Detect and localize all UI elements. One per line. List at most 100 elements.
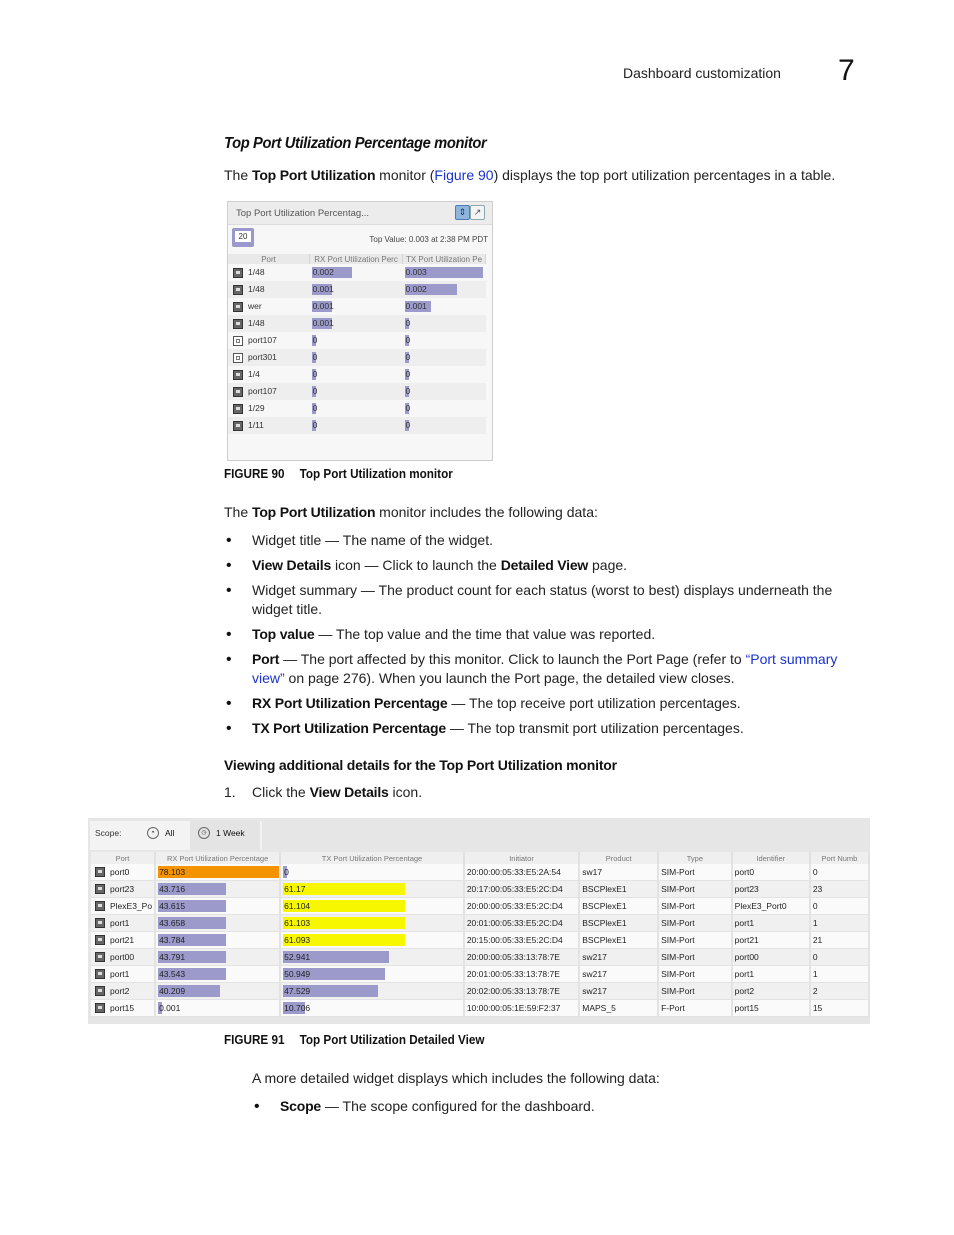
port-number-cell: 21 — [809, 931, 870, 949]
tx-utilization-value: 0.002 — [405, 284, 427, 294]
table-row[interactable]: wer 0.001 0.001 — [228, 298, 486, 315]
port-name[interactable]: port2 — [110, 986, 129, 996]
port-name[interactable]: wer — [248, 301, 262, 311]
port-cell[interactable]: port301 — [228, 349, 310, 366]
tx-utilization-cell: 0 — [403, 400, 486, 417]
column-header-tx[interactable]: TX Port Utilization Pe — [402, 254, 486, 264]
bullet-widget-summary: Widget summary — The product count for e… — [224, 581, 872, 619]
table-row[interactable]: port301 0 0 — [228, 349, 486, 366]
port-name[interactable]: port107 — [248, 386, 277, 396]
port-cell[interactable]: 1/29 — [228, 400, 310, 417]
figure-caption-text: Top Port Utilization Detailed View — [299, 1032, 485, 1047]
port-name[interactable]: port107 — [248, 335, 277, 345]
column-header-tx[interactable]: TX Port Utilization Percentage — [280, 852, 465, 864]
type-cell: SIM-Port — [658, 914, 733, 932]
time-range-button[interactable]: ◷ 1 Week — [198, 827, 245, 839]
port-cell[interactable]: 1/11 — [228, 417, 310, 434]
port-cell[interactable]: port107 — [228, 332, 310, 349]
port-name[interactable]: 1/4 — [248, 369, 260, 379]
identifier-cell: port23 — [731, 880, 811, 898]
popout-icon[interactable]: ↗ — [470, 205, 485, 220]
port-cell[interactable]: wer — [228, 298, 310, 315]
port-name[interactable]: port1 — [110, 969, 129, 979]
initiator-cell: 20:17:00:05:33:E5:2C:D4 — [463, 880, 581, 898]
port-cell[interactable]: port2 — [91, 982, 157, 1000]
port-cell[interactable]: port00 — [91, 948, 157, 966]
port-name[interactable]: 1/29 — [248, 403, 265, 413]
port-name[interactable]: 1/48 — [248, 267, 265, 277]
table-row[interactable]: 1/29 0 0 — [228, 400, 486, 417]
column-header-port[interactable]: Port — [228, 254, 311, 264]
port-cell[interactable]: PlexE3_Po — [91, 897, 157, 915]
table-row[interactable]: port21 43.784 61.093 20:15:00:05:33:E5:2C:D… — [91, 931, 870, 949]
port-cell[interactable]: port107 — [228, 383, 310, 400]
port-name[interactable]: 1/48 — [248, 284, 265, 294]
column-header-type[interactable]: Type — [658, 852, 733, 864]
table-row[interactable]: port1 43.543 50.949 20:01:00:05:33:13:78:7E… — [91, 965, 870, 983]
identifier-cell: port00 — [731, 948, 811, 966]
port-cell[interactable]: 1/48 — [228, 281, 310, 298]
column-header-product[interactable]: Product — [579, 852, 660, 864]
table-row[interactable]: 1/48 0.001 0 — [228, 315, 486, 332]
port-name[interactable]: port23 — [110, 884, 134, 894]
tx-utilization-cell: 0 — [402, 349, 486, 366]
table-row[interactable]: 1/48 0.002 0.003 — [228, 264, 486, 281]
table-row[interactable]: 1/48 0.001 0.002 — [228, 281, 486, 298]
table-row[interactable]: port0 78.103 0 20:00:00:05:33:E5:2A:54 sw17 S… — [91, 864, 870, 881]
rx-utilization-cell: 0 — [310, 366, 403, 383]
port-name[interactable]: port00 — [110, 952, 134, 962]
column-header-initiator[interactable]: Initiator — [463, 852, 581, 864]
port-name[interactable]: 1/11 — [248, 420, 264, 430]
port-cell[interactable]: 1/4 — [228, 366, 310, 383]
widget-summary-badge[interactable]: 20 — [232, 228, 254, 247]
figure-90-link[interactable]: Figure 90 — [434, 167, 493, 183]
port-cell[interactable]: 1/48 — [228, 315, 310, 332]
column-header-port[interactable]: Port — [91, 852, 157, 864]
bold-text: Top Port Utilization — [252, 504, 376, 520]
port-cell[interactable]: port1 — [91, 914, 157, 932]
port-number-cell: 15 — [809, 999, 870, 1017]
port-name[interactable]: port1 — [110, 918, 129, 928]
port-cell[interactable]: port0 — [91, 864, 157, 881]
tx-utilization-value: 0 — [405, 318, 411, 328]
product-cell: BSCPlexE1 — [579, 914, 660, 932]
bullet-bold: Detailed View — [500, 557, 589, 573]
column-header-rx[interactable]: RX Port Utilization Perc — [309, 254, 404, 264]
table-row[interactable]: port1 43.658 61.103 20:01:00:05:33:E5:2C:D4… — [91, 914, 870, 932]
table-row[interactable]: port00 43.791 52.941 20:00:00:05:33:13:78:7… — [91, 948, 870, 966]
port-name[interactable]: port21 — [110, 935, 134, 945]
column-header-rx[interactable]: RX Port Utilization Percentage — [155, 852, 282, 864]
rx-utilization-value: 0.001 — [159, 1003, 181, 1013]
column-header-port-number[interactable]: Port Numb — [809, 852, 870, 864]
bullet-scope: Scope — The scope configured for the das… — [252, 1097, 872, 1116]
port-cell[interactable]: port1 — [91, 965, 157, 983]
table-row[interactable]: port107 0 0 — [228, 383, 486, 400]
table-row[interactable]: port15 0.001 10.706 10:00:00:05:1E:59:F2:37… — [91, 999, 870, 1017]
table-row[interactable]: 1/4 0 0 — [228, 366, 486, 383]
table-row[interactable]: port107 0 0 — [228, 332, 486, 349]
switch-port-icon — [233, 403, 243, 414]
summary-count: 20 — [235, 231, 251, 242]
table-row[interactable]: 1/11 0 0 — [228, 417, 486, 434]
port-cell[interactable]: 1/48 — [228, 264, 310, 281]
port-icon — [95, 884, 105, 895]
port-cell[interactable]: port15 — [91, 999, 157, 1017]
initiator-cell: 20:00:00:05:33:E5:2A:54 — [463, 864, 581, 881]
view-details-icon[interactable]: ⇕ — [455, 205, 470, 220]
port-name[interactable]: port301 — [248, 352, 277, 362]
port-name[interactable]: 1/48 — [248, 318, 265, 328]
rx-utilization-cell: 0 — [309, 349, 403, 366]
table-row[interactable]: port23 43.716 61.17 20:17:00:05:33:E5:2C:D4… — [91, 880, 870, 898]
column-header-identifier[interactable]: Identifier — [731, 852, 811, 864]
table-row[interactable]: PlexE3_Po 43.615 61.104 20:00:00:05:33:E5:2… — [91, 897, 870, 915]
port-name[interactable]: port15 — [110, 1003, 134, 1013]
bullet-text: on page 276). When you launch the Port p… — [284, 670, 735, 686]
port-name[interactable]: PlexE3_Po — [110, 901, 152, 911]
scope-all-button[interactable]: ◓ All — [147, 827, 174, 839]
port-cell[interactable]: port21 — [91, 931, 157, 949]
switch-port-icon — [233, 284, 243, 295]
tx-utilization-cell: 0.002 — [402, 281, 486, 298]
port-name[interactable]: port0 — [110, 867, 129, 877]
table-row[interactable]: port2 40.209 47.529 20:02:00:05:33:13:78:7E… — [91, 982, 870, 1000]
port-cell[interactable]: port23 — [91, 880, 157, 898]
